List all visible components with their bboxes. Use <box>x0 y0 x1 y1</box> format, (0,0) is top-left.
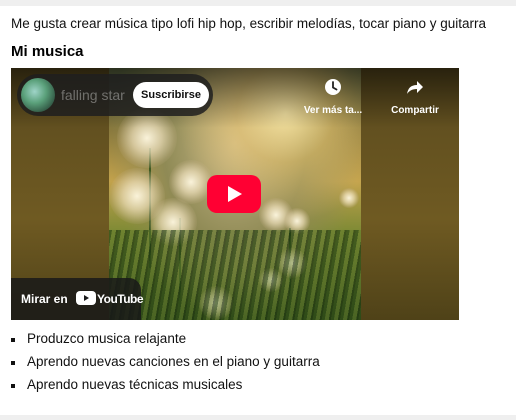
clock-icon <box>303 78 363 99</box>
bullet-icon <box>11 338 15 342</box>
watch-on-label: Mirar en <box>21 292 68 306</box>
watch-on-youtube-button[interactable]: Mirar en YouTube <box>11 278 144 320</box>
thumbnail-grass <box>109 230 361 320</box>
features-list: Produzco musica relajante Aprendo nuevas… <box>0 331 320 400</box>
bullet-icon <box>11 384 15 388</box>
bullet-icon <box>11 361 15 365</box>
intro-text: Me gusta crear música tipo lofi hip hop,… <box>11 16 486 31</box>
youtube-logo-icon <box>76 291 96 310</box>
list-item: Aprendo nuevas técnicas musicales <box>0 377 320 400</box>
video-title[interactable]: falling star <box>61 87 125 103</box>
youtube-wordmark: YouTube <box>97 292 144 306</box>
play-button[interactable] <box>207 175 261 213</box>
share-button[interactable]: Compartir <box>385 78 445 116</box>
list-item: Aprendo nuevas canciones en el piano y g… <box>0 354 320 377</box>
watch-later-label: Ver más ta... <box>303 105 363 116</box>
share-icon <box>385 78 445 99</box>
channel-avatar[interactable] <box>21 78 55 112</box>
youtube-embed[interactable]: falling star Suscribirse Ver más ta... C… <box>11 68 459 320</box>
page-content: Me gusta crear música tipo lofi hip hop,… <box>0 6 516 415</box>
play-icon <box>228 186 242 202</box>
subscribe-button[interactable]: Suscribirse <box>133 82 209 108</box>
channel-header[interactable]: falling star Suscribirse <box>17 74 213 116</box>
list-item-text: Aprendo nuevas canciones en el piano y g… <box>27 354 320 369</box>
list-item-text: Produzco musica relajante <box>27 331 187 346</box>
section-title: Mi musica <box>11 43 84 60</box>
list-item-text: Aprendo nuevas técnicas musicales <box>27 377 243 392</box>
share-label: Compartir <box>391 105 439 116</box>
list-item: Produzco musica relajante <box>0 331 320 354</box>
watch-later-button[interactable]: Ver más ta... <box>303 78 363 116</box>
